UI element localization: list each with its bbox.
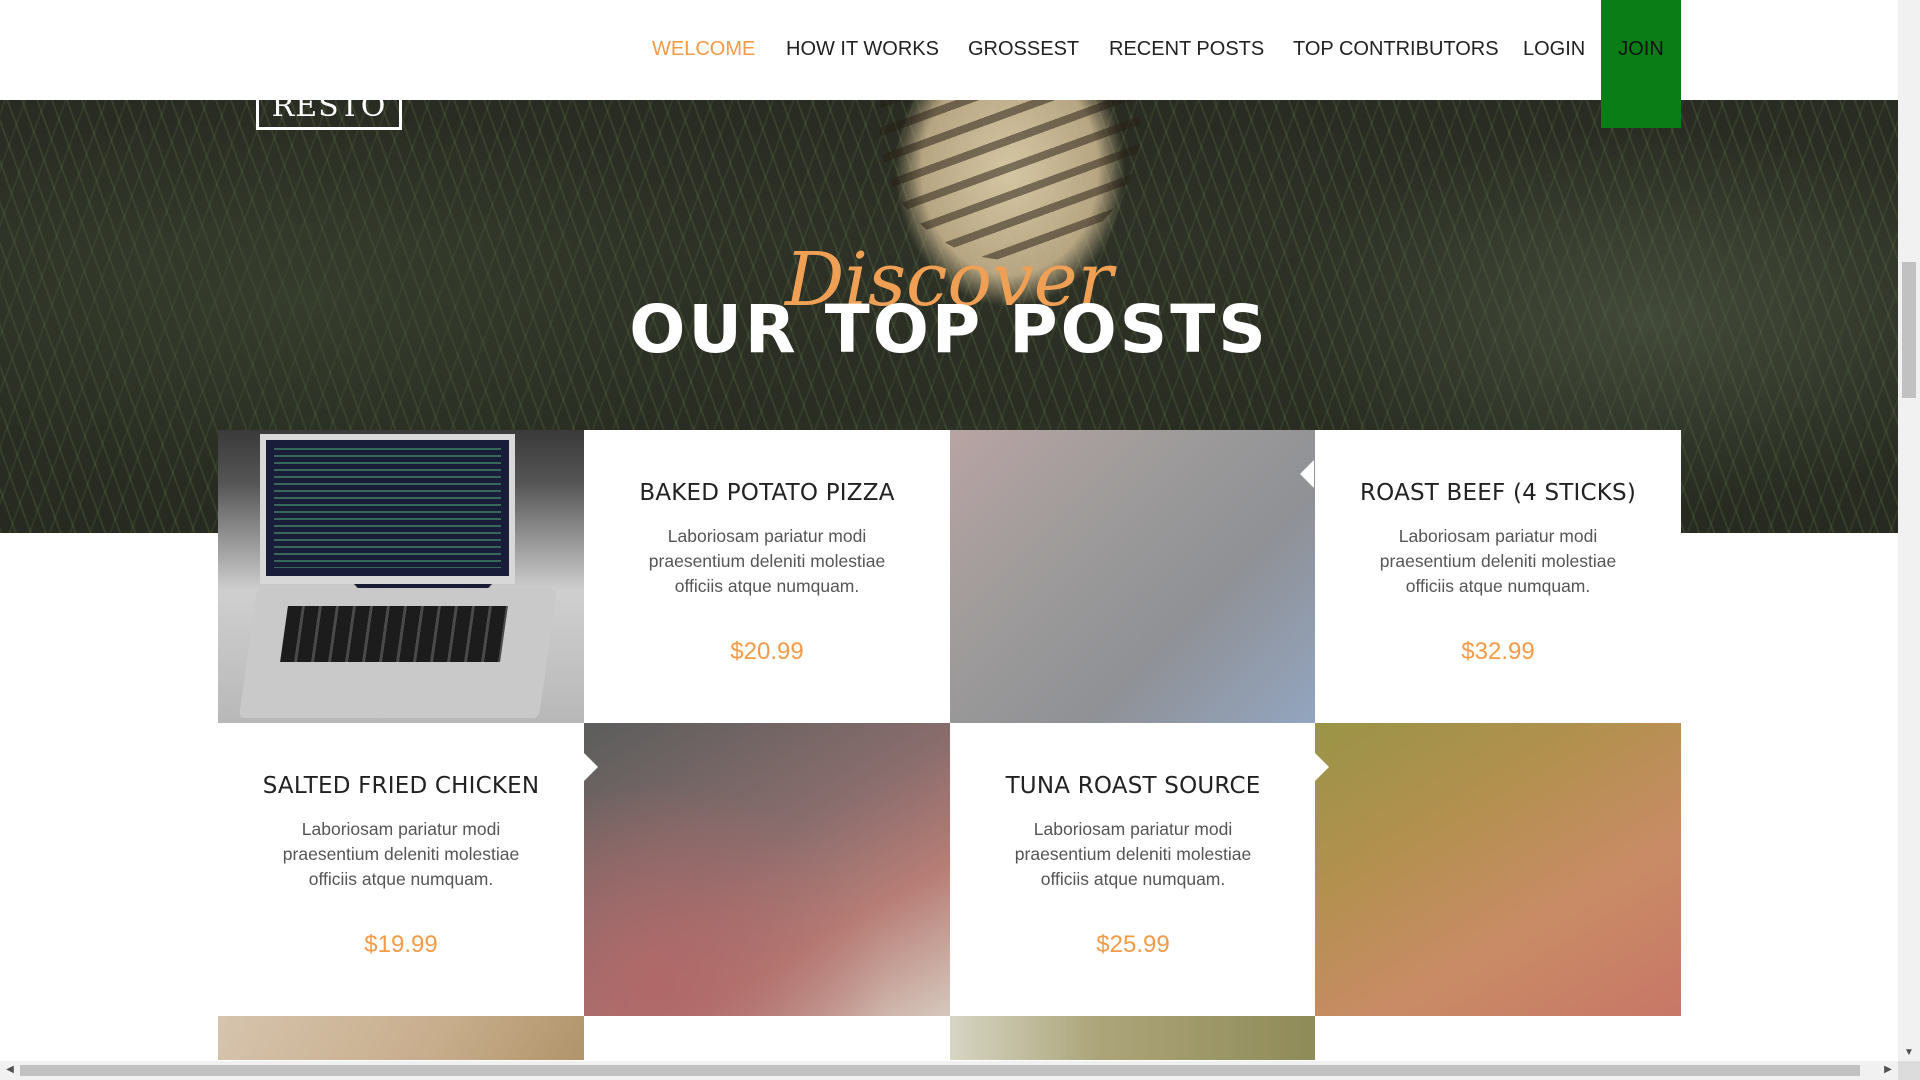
post-image[interactable] <box>1315 723 1681 1016</box>
laptop-keyboard <box>280 606 508 662</box>
post-image[interactable] <box>950 1016 1316 1060</box>
post-card[interactable]: TUNA ROAST SOURCE Laboriosam pariatur mo… <box>950 723 1316 1016</box>
vertical-scroll-thumb[interactable] <box>1902 262 1916 398</box>
triangle-down-icon[interactable]: ▼ <box>1904 1047 1914 1059</box>
triangle-left-icon[interactable]: ◀ <box>3 1063 17 1077</box>
vertical-scrollbar[interactable]: ▼ <box>1898 0 1920 1061</box>
nav-login[interactable]: LOGIN <box>1523 36 1585 62</box>
post-description: Laboriosam pariatur modi praesentium del… <box>1014 819 1252 889</box>
snail-shell-image <box>880 100 1140 260</box>
post-image[interactable] <box>950 430 1316 723</box>
nav-top-contributors[interactable]: TOP CONTRIBUTORS <box>1293 36 1499 62</box>
laptop-screen <box>260 434 515 584</box>
top-navbar: WELCOME HOW IT WORKS GROSSEST RECENT POS… <box>0 0 1898 128</box>
post-description: Laboriosam pariatur modi praesentium del… <box>1379 526 1617 596</box>
post-card[interactable]: SALTED FRIED CHICKEN Laboriosam pariatur… <box>218 723 584 1016</box>
card-pointer <box>1315 753 1329 781</box>
post-image[interactable] <box>584 723 950 1016</box>
post-card[interactable] <box>1315 1016 1681 1060</box>
post-price: $32.99 <box>1461 638 1535 665</box>
join-button[interactable]: JOIN <box>1601 0 1681 128</box>
post-description: Laboriosam pariatur modi praesentium del… <box>648 526 886 596</box>
card-pointer <box>1300 460 1314 488</box>
post-description: Laboriosam pariatur modi praesentium del… <box>282 819 520 889</box>
post-title: SALTED FRIED CHICKEN <box>262 773 540 799</box>
triangle-right-icon[interactable]: ▶ <box>1881 1063 1895 1077</box>
post-price: $19.99 <box>364 931 438 958</box>
post-title: ROAST BEEF (4 STICKS) <box>1359 480 1637 506</box>
post-title: TUNA ROAST SOURCE <box>1005 773 1261 799</box>
post-price: $25.99 <box>1096 931 1170 958</box>
post-card[interactable] <box>584 1016 950 1060</box>
scrollbar-corner <box>1898 1061 1920 1080</box>
horizontal-scrollbar[interactable]: ◀ ▶ <box>0 1061 1898 1080</box>
post-image-laptop[interactable] <box>218 430 584 723</box>
nav-recent-posts[interactable]: RECENT POSTS <box>1109 36 1264 62</box>
post-image[interactable] <box>218 1016 584 1060</box>
horizontal-scroll-thumb[interactable] <box>20 1065 1860 1076</box>
card-pointer <box>584 753 598 781</box>
nav-how-it-works[interactable]: HOW IT WORKS <box>786 36 939 62</box>
post-card[interactable]: ROAST BEEF (4 STICKS) Laboriosam pariatu… <box>1315 430 1681 723</box>
post-card[interactable]: BAKED POTATO PIZZA Laboriosam pariatur m… <box>584 430 950 723</box>
hero-title: OUR TOP POSTS <box>629 291 1269 368</box>
top-posts-grid: BAKED POTATO PIZZA Laboriosam pariatur m… <box>218 430 1681 1060</box>
nav-welcome[interactable]: WELCOME <box>652 36 755 62</box>
nav-grossest[interactable]: GROSSEST <box>968 36 1079 62</box>
post-price: $20.99 <box>730 638 804 665</box>
post-title: BAKED POTATO PIZZA <box>639 480 895 506</box>
